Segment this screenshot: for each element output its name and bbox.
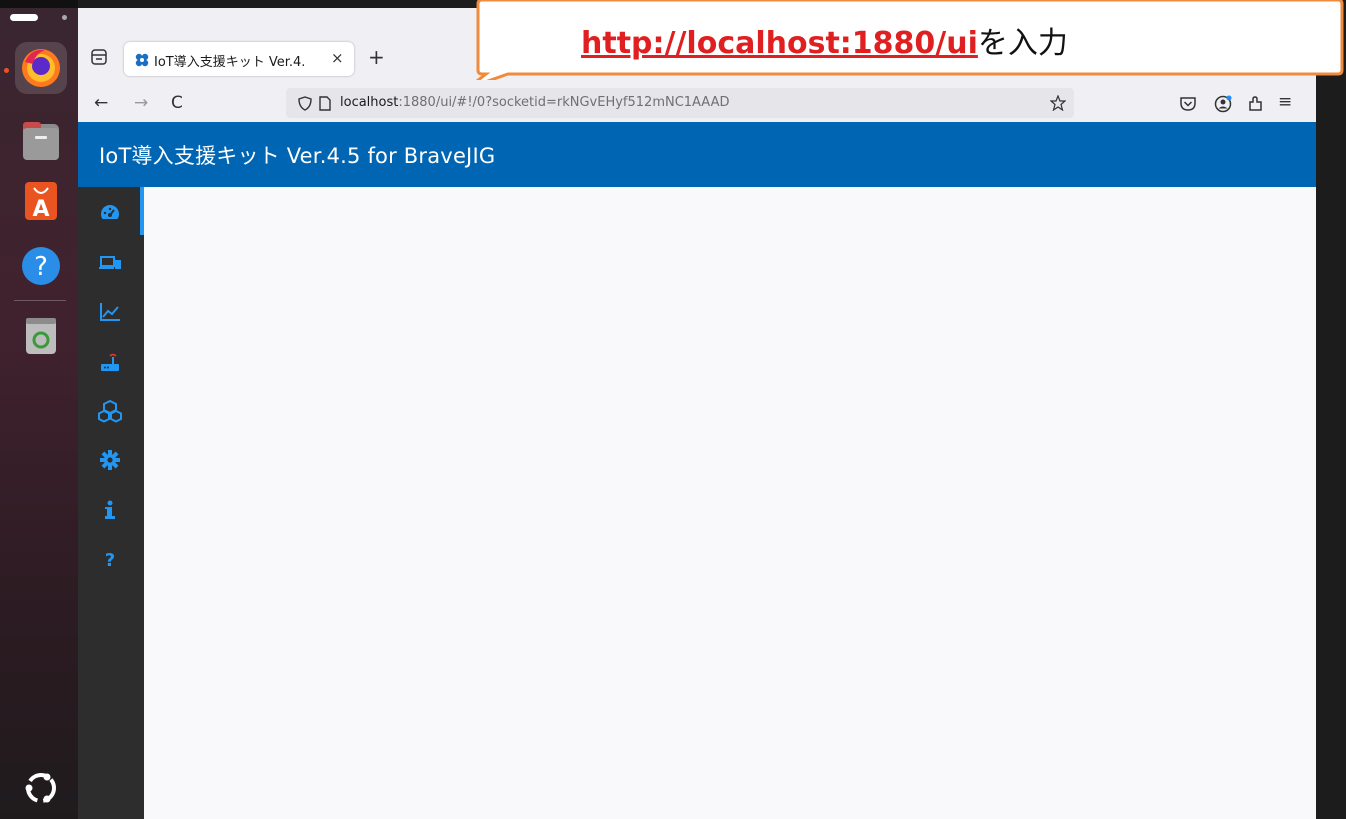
page-icon[interactable] xyxy=(319,96,331,111)
instruction-callout: http://localhost:1880/uiを入力 xyxy=(468,0,1344,80)
dock-show-apps[interactable] xyxy=(15,762,67,814)
app-center-icon: A xyxy=(25,182,57,222)
dock-app-center[interactable]: A xyxy=(15,176,67,228)
firefox-icon xyxy=(22,49,60,87)
dashboard-content xyxy=(144,187,1316,819)
dashboard-header: IoT導入支援キット Ver.4.5 for BraveJIG xyxy=(78,122,1316,187)
forward-button[interactable]: → xyxy=(134,91,148,115)
url-text: localhost:1880/ui/#!/0?socketid=rkNGvEHy… xyxy=(340,95,729,110)
callout-suffix: を入力 xyxy=(977,26,1068,61)
dashboard-icon[interactable] xyxy=(98,201,122,225)
running-indicator xyxy=(4,68,9,73)
nav-bar: ← → C localhost:1880/ui/#!/0?socketid=rk… xyxy=(78,85,1316,123)
workspace-dot xyxy=(62,15,67,20)
dock-separator xyxy=(14,300,66,301)
trash-icon xyxy=(26,318,56,354)
tab-close-button[interactable]: × xyxy=(331,49,344,67)
dock-trash[interactable] xyxy=(15,312,67,364)
devices-icon[interactable] xyxy=(98,251,122,275)
top-bar xyxy=(0,0,78,8)
back-button[interactable]: ← xyxy=(94,91,108,115)
shield-icon[interactable] xyxy=(298,96,312,111)
help-circle-icon[interactable]: ? xyxy=(98,547,122,571)
svg-text:A: A xyxy=(32,197,49,222)
dashboard-title: IoT導入支援キット Ver.4.5 for BraveJIG xyxy=(99,144,496,168)
bookmark-star-icon[interactable] xyxy=(1050,95,1066,111)
settings-icon[interactable] xyxy=(98,448,122,472)
pocket-icon[interactable] xyxy=(1178,94,1198,114)
ubuntu-logo-icon xyxy=(25,773,56,803)
firefox-window: IoT導入支援キット Ver.4. × + ← → C localhost:18… xyxy=(78,8,1316,819)
help-icon: ? xyxy=(22,247,60,285)
tab-list-button[interactable] xyxy=(88,46,110,68)
dock-help[interactable]: ? xyxy=(15,240,67,292)
node-red-favicon-icon xyxy=(135,53,149,67)
url-bar[interactable]: localhost:1880/ui/#!/0?socketid=rkNGvEHy… xyxy=(286,88,1074,118)
ubuntu-dock: A ? xyxy=(0,0,78,819)
dock-firefox[interactable] xyxy=(15,42,67,94)
callout-url: http://localhost:1880/ui xyxy=(581,26,978,61)
new-tab-button[interactable]: + xyxy=(368,47,385,67)
cubes-icon[interactable] xyxy=(98,399,122,423)
chart-icon[interactable] xyxy=(98,300,122,324)
account-icon[interactable] xyxy=(1213,94,1233,114)
activities-indicator[interactable] xyxy=(10,14,38,21)
router-icon[interactable] xyxy=(98,350,122,374)
files-icon xyxy=(23,122,59,160)
extensions-icon[interactable] xyxy=(1246,94,1266,114)
info-icon[interactable] xyxy=(98,498,122,522)
svg-text:?: ? xyxy=(105,550,115,571)
url-path: :1880/ui/#!/0?socketid=rkNGvEHyf512mNC1A… xyxy=(398,95,730,110)
app-menu-button[interactable]: ≡ xyxy=(1278,90,1292,114)
tab-active[interactable]: IoT導入支援キット Ver.4. × xyxy=(124,42,354,76)
svg-text:?: ? xyxy=(34,252,48,282)
dock-files[interactable] xyxy=(15,116,67,168)
tab-list-icon xyxy=(91,49,107,65)
callout-text: http://localhost:1880/uiを入力 xyxy=(581,18,1068,62)
desktop-edge xyxy=(1316,0,1346,819)
url-host: localhost xyxy=(340,95,399,110)
tab-title: IoT導入支援キット Ver.4. xyxy=(154,55,306,70)
dashboard-sidebar: ? xyxy=(78,187,144,819)
reload-button[interactable]: C xyxy=(171,91,183,115)
